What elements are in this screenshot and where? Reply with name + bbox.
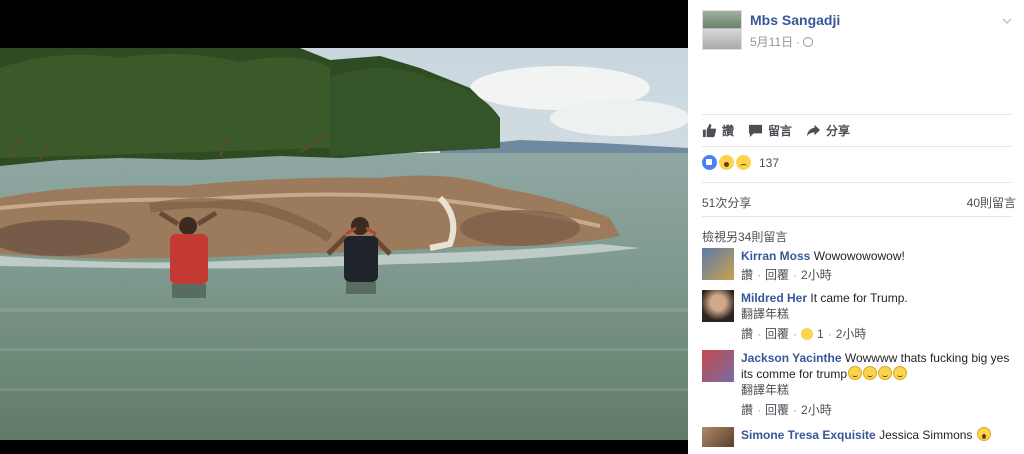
- divider: [702, 114, 1012, 115]
- comment-label: 留言: [768, 123, 793, 138]
- thumbs-up-icon: [702, 123, 717, 137]
- separator-dot: ·: [793, 327, 798, 341]
- translate-link[interactable]: 翻譯年糕: [741, 382, 1014, 398]
- separator-dot: ·: [793, 403, 798, 417]
- comment-reply-link[interactable]: 回覆: [765, 402, 789, 418]
- commenter-name[interactable]: Kirran Moss: [741, 249, 810, 263]
- like-label: 讚: [722, 123, 735, 138]
- comment-reaction-count[interactable]: 1: [817, 326, 824, 342]
- action-bar: 讚 留言 分享: [702, 118, 1012, 142]
- comment-button[interactable]: 留言: [748, 122, 792, 139]
- share-count[interactable]: 51次分享: [702, 194, 751, 211]
- globe-icon[interactable]: [803, 36, 814, 47]
- comment-actions: 讚 · 回覆 · 2小時: [741, 267, 1014, 283]
- view-more-comments-link[interactable]: 檢視另34則留言: [702, 228, 787, 245]
- comment-like-link[interactable]: 讚: [741, 402, 753, 418]
- comment-reply-link[interactable]: 回覆: [765, 267, 789, 283]
- like-button[interactable]: 讚: [702, 122, 734, 139]
- comment-time[interactable]: 2小時: [801, 267, 832, 283]
- comment-reply-link[interactable]: 回覆: [765, 326, 789, 342]
- commenter-avatar[interactable]: [702, 290, 734, 322]
- haha-reaction-icon: [801, 328, 814, 340]
- comment-text: It came for Trump.: [810, 291, 908, 305]
- translate-link[interactable]: 翻譯年糕: [741, 306, 1014, 322]
- comment-actions: 讚 · 回覆 · 1 · 2小時: [741, 326, 1014, 342]
- grinning-emoji-icon: [848, 366, 863, 380]
- share-label: 分享: [826, 123, 851, 138]
- post-date[interactable]: 5月11日: [750, 33, 793, 50]
- reactions-summary[interactable]: 137: [702, 155, 779, 170]
- comment-time[interactable]: 2小時: [801, 402, 832, 418]
- sad-reaction-icon: [736, 155, 751, 170]
- comment-like-link[interactable]: 讚: [741, 326, 753, 342]
- commenter-name[interactable]: Mildred Her: [741, 291, 807, 305]
- comment-icon: [748, 124, 763, 137]
- divider: [702, 146, 1012, 147]
- wow-reaction-icon: [719, 155, 734, 170]
- post-sidebar: Mbs Sangadji 5月11日 · 讚 留言 分享 137 51次分享 4…: [688, 0, 1024, 454]
- separator-dot: ·: [757, 268, 762, 282]
- screaming-emoji-icon: [976, 427, 991, 441]
- comment-text: Jessica Simmons: [879, 428, 973, 442]
- separator-dot: ·: [793, 268, 798, 282]
- comment-actions: 讚 · 回覆 · 2小時: [741, 402, 1014, 418]
- comment-count[interactable]: 40則留言: [967, 194, 1016, 211]
- commenter-name[interactable]: Simone Tresa Exquisite: [741, 428, 876, 442]
- comment-body: Mildred Her It came for Trump. 翻譯年糕 讚 · …: [741, 290, 1014, 342]
- comment-time[interactable]: 2小時: [836, 326, 867, 342]
- commenter-avatar[interactable]: [702, 248, 734, 280]
- comment-body: Jackson Yacinthe Wowwww thats fucking bi…: [741, 350, 1014, 418]
- separator-dot: ·: [757, 327, 762, 341]
- like-reaction-icon: [702, 155, 717, 170]
- author-name[interactable]: Mbs Sangadji: [750, 12, 840, 28]
- divider: [702, 182, 1012, 183]
- comment-body: Simone Tresa Exquisite Jessica Simmons: [741, 427, 1014, 443]
- post-photo[interactable]: [0, 48, 688, 440]
- grinning-emoji-icon: [893, 366, 908, 380]
- post-meta: 5月11日 ·: [750, 33, 814, 50]
- grinning-emoji-icon: [878, 366, 893, 380]
- commenter-avatar[interactable]: [702, 350, 734, 382]
- share-arrow-icon: [806, 124, 821, 136]
- chevron-down-icon[interactable]: [1002, 16, 1012, 26]
- separator-dot: ·: [757, 403, 762, 417]
- comment-like-link[interactable]: 讚: [741, 267, 753, 283]
- reaction-count: 137: [759, 155, 780, 170]
- grinning-emoji-icon: [863, 366, 878, 380]
- comment-text: Wowowowowow!: [813, 249, 905, 263]
- comment-body: Kirran Moss Wowowowowow! 讚 · 回覆 · 2小時: [741, 248, 1014, 283]
- meta-separator: ·: [796, 34, 801, 49]
- post-header: Mbs Sangadji 5月11日 ·: [702, 10, 1014, 50]
- separator-dot: ·: [827, 327, 832, 341]
- author-avatar[interactable]: [702, 10, 742, 50]
- share-button[interactable]: 分享: [806, 122, 850, 139]
- commenter-avatar[interactable]: [702, 427, 734, 447]
- divider: [702, 216, 1012, 217]
- photo-image: [0, 48, 688, 440]
- commenter-name[interactable]: Jackson Yacinthe: [741, 351, 842, 365]
- photo-viewer: [0, 0, 688, 454]
